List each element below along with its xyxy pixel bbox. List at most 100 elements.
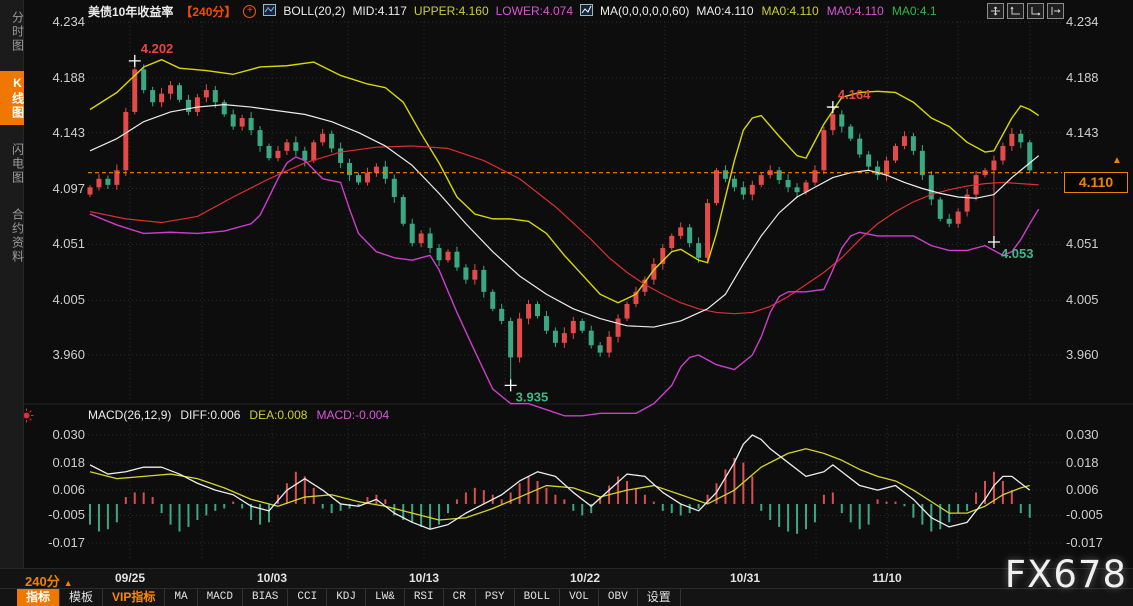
toolbar-item-macd[interactable]: MACD [198, 589, 243, 606]
candle-body [150, 90, 155, 102]
price-axis-label-left: 3.960 [28, 347, 85, 362]
price-annotation: 4.202 [141, 41, 174, 56]
candle-body [186, 100, 191, 112]
candle-body [866, 154, 871, 166]
chart-canvas[interactable]: 4.2024.1643.9354.053 [0, 0, 1133, 606]
toolbar-item-ma[interactable]: MA [165, 589, 197, 606]
sidebar-item-kline-chart[interactable]: K线图 [0, 71, 24, 125]
candle-body [830, 114, 835, 130]
candle-body [428, 233, 433, 248]
toolbar-item-vip-indicator[interactable]: VIP指标 [103, 589, 165, 606]
price-cross-marker [129, 55, 141, 67]
candle-body [365, 173, 370, 183]
candle-body [589, 331, 594, 346]
candle-body [741, 187, 746, 194]
candle-body [625, 304, 630, 319]
boll-lower-line [90, 157, 1039, 416]
candle-body [508, 321, 513, 357]
boll-lower-value: LOWER:4.074 [496, 4, 573, 18]
candle-body [526, 304, 531, 319]
candle-body [88, 187, 93, 194]
candle-body [616, 319, 621, 337]
macd-macd-value: MACD:-0.004 [316, 408, 389, 422]
add-indicator-icon[interactable]: + [243, 5, 256, 18]
pan-right-icon[interactable] [1047, 3, 1064, 19]
x-axis-bar [0, 568, 1133, 589]
candle-body [401, 197, 406, 224]
candle-body [732, 179, 737, 188]
candle-body [1000, 146, 1005, 161]
toolbar-item-kdj[interactable]: KDJ [327, 589, 366, 606]
price-marker-icon: ▲ [1112, 156, 1122, 166]
toolbar-item-boll[interactable]: BOLL [515, 589, 560, 606]
candle-body [311, 142, 316, 160]
candle-body [821, 130, 826, 170]
price-cross-marker [988, 236, 1000, 248]
candle-body [267, 146, 272, 158]
sidebar-item-time-chart[interactable]: 分时图 [0, 6, 24, 58]
period-badge[interactable]: 【240分】 [180, 3, 236, 20]
toolbar-item-indicator[interactable]: 指标 [17, 589, 60, 606]
x-axis-scale-icon[interactable] [1027, 3, 1044, 19]
price-axis-label-left: 4.188 [28, 70, 85, 85]
toolbar-item-lw[interactable]: LW& [366, 589, 405, 606]
toolbar-item-vol[interactable]: VOL [560, 589, 599, 606]
boll-upper-line [90, 60, 1039, 303]
period-text: 240分 [25, 574, 60, 589]
price-axis-label-right: 4.188 [1066, 70, 1099, 85]
brand-watermark: FX678 [1005, 553, 1127, 596]
candle-body [481, 270, 486, 292]
y-axis-scale-icon[interactable] [1007, 3, 1024, 19]
macd-axis-label-right: -0.005 [1066, 507, 1103, 522]
macd-axis-label-right: 0.006 [1066, 482, 1099, 497]
candle-body [1027, 142, 1032, 170]
price-axis-label-right: 4.234 [1066, 14, 1099, 29]
x-axis-date-label: 11/10 [872, 571, 901, 585]
toolbar-item-cr[interactable]: CR [444, 589, 476, 606]
candle-body [848, 127, 853, 139]
candle-body [347, 163, 352, 175]
candle-body [141, 69, 146, 90]
price-axis-label-left: 4.051 [28, 236, 85, 251]
candle-body [258, 130, 263, 146]
macd-axis-label-right: 0.018 [1066, 455, 1099, 470]
macd-axis-label-right: 0.030 [1066, 427, 1099, 442]
price-axis-label-left: 4.143 [28, 125, 85, 140]
sidebar-item-flash-chart[interactable]: 闪电图 [0, 138, 24, 190]
toolbar-item-template[interactable]: 模板 [60, 589, 103, 606]
macd-axis-label-left: 0.006 [28, 482, 85, 497]
macd-axis-label-left: 0.018 [28, 455, 85, 470]
candle-body [231, 114, 236, 126]
candle-body [902, 136, 907, 146]
ma-chart-icon[interactable] [580, 4, 593, 19]
toolbar-item-rsi[interactable]: RSI [405, 589, 444, 606]
macd-axis-label-left: -0.017 [28, 535, 85, 550]
move-tool-icon[interactable] [987, 3, 1004, 19]
toolbar-item-bias[interactable]: BIAS [243, 589, 288, 606]
candle-body [598, 345, 603, 352]
toolbar-item-psy[interactable]: PSY [476, 589, 515, 606]
candle-body [544, 316, 549, 331]
candle-body [240, 118, 245, 127]
x-axis-date-label: 10/03 [257, 571, 287, 585]
candle-body [204, 90, 209, 97]
candle-body [374, 167, 379, 173]
indicator-header: 美债10年收益率 【240分】 + BOLL(20,2) MID:4.117 U… [88, 0, 937, 22]
sidebar-item-contract-info[interactable]: 合约资料 [0, 203, 24, 269]
candle-body [105, 179, 110, 185]
candle-body [454, 252, 459, 268]
candle-body [723, 170, 728, 179]
candle-body [535, 304, 540, 316]
toolbar-item-obv[interactable]: OBV [599, 589, 638, 606]
price-cross-marker [827, 101, 839, 113]
price-axis-label-right: 4.005 [1066, 292, 1099, 307]
toolbar-item-settings[interactable]: 设置 [638, 589, 681, 606]
boll-mid-line [90, 105, 1039, 327]
candle-body [893, 146, 898, 161]
candle-body [410, 224, 415, 243]
boll-chart-icon[interactable] [263, 4, 276, 19]
candle-body [678, 227, 683, 236]
candle-body [777, 170, 782, 180]
toolbar-item-cci[interactable]: CCI [288, 589, 327, 606]
candle-body [812, 170, 817, 182]
